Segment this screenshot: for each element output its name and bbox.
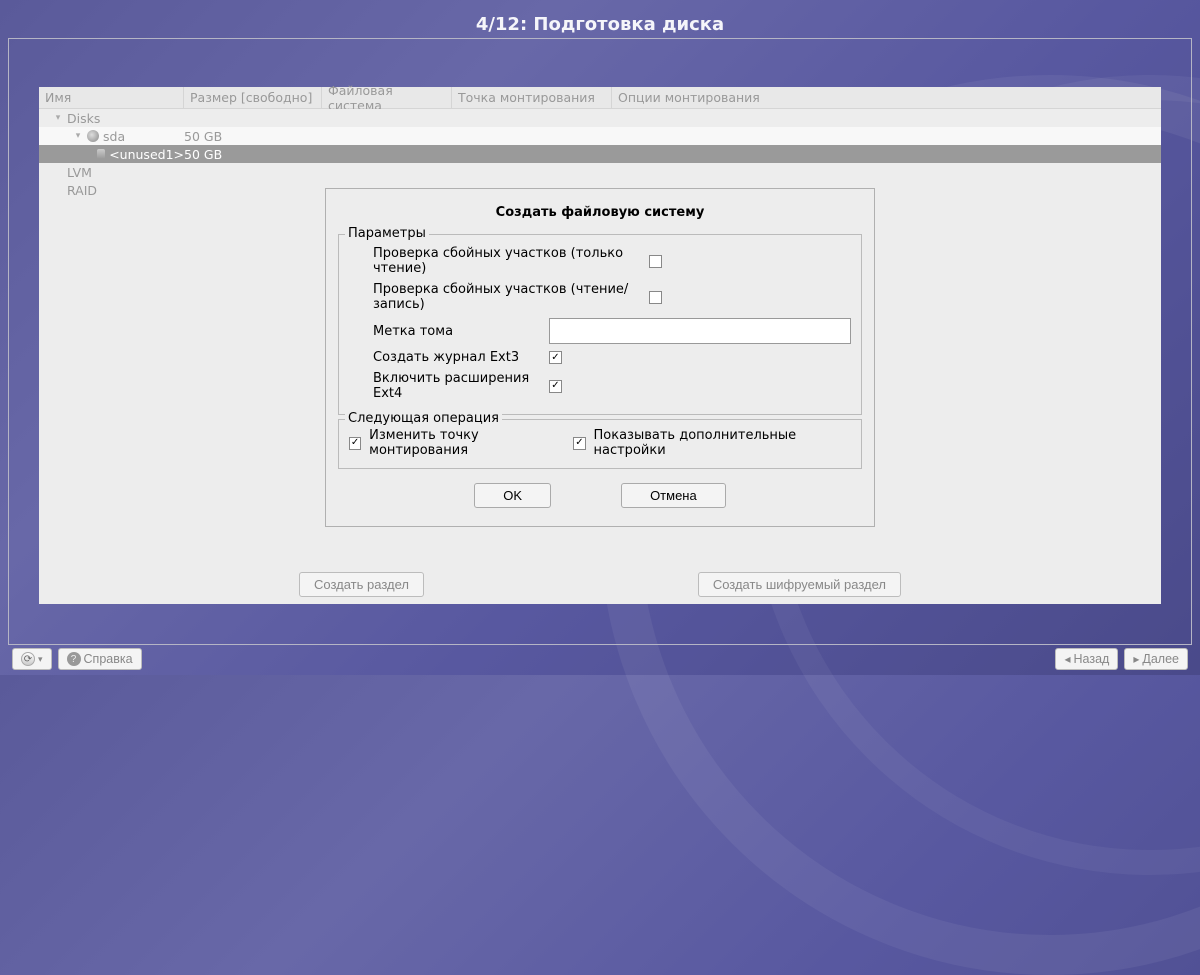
col-opts[interactable]: Опции монтирования	[612, 87, 1161, 108]
cancel-button[interactable]: Отмена	[621, 483, 726, 508]
ext4-checkbox[interactable]: ✓	[549, 380, 562, 393]
col-mount[interactable]: Точка монтирования	[452, 87, 612, 108]
create-partition-button[interactable]: Создать раздел	[299, 572, 424, 597]
back-label: Назад	[1074, 652, 1110, 666]
refresh-button[interactable]: ⟳▾	[12, 648, 52, 670]
next-op-fieldset: Следующая операция ✓ Изменить точку монт…	[338, 419, 862, 469]
footer-bar: ⟳▾ ?Справка ◂ Назад ▸Далее	[12, 647, 1188, 671]
next-button[interactable]: ▸Далее	[1124, 648, 1188, 670]
next-op-legend: Следующая операция	[345, 411, 502, 426]
col-name[interactable]: Имя	[39, 87, 184, 108]
chevron-right-icon: ▸	[1133, 652, 1139, 666]
tree-label: Disks	[67, 111, 100, 126]
col-fs[interactable]: Файловая система	[322, 87, 452, 108]
table-header: Имя Размер [свободно] Файловая система Т…	[39, 87, 1161, 109]
partition-actions: Создать раздел Создать шифруемый раздел	[39, 564, 1161, 604]
change-mount-checkbox[interactable]: ✓	[349, 437, 361, 450]
tree-label: RAID	[67, 183, 97, 198]
tree-row-sda[interactable]: ▾ sda 50 GB	[39, 127, 1161, 145]
ext3-checkbox[interactable]: ✓	[549, 351, 562, 364]
expand-icon[interactable]: ▾	[53, 113, 63, 123]
check-read-label: Проверка сбойных участков (только чтение…	[349, 246, 649, 276]
help-button[interactable]: ?Справка	[58, 648, 142, 670]
chevron-down-icon: ▾	[38, 654, 43, 665]
page-title: 4/12: Подготовка диска	[0, 14, 1200, 35]
partition-icon	[97, 149, 105, 159]
check-rw-checkbox[interactable]	[649, 291, 662, 304]
params-legend: Параметры	[345, 226, 429, 241]
refresh-icon: ⟳	[21, 652, 35, 666]
tree-label: LVM	[67, 165, 92, 180]
chevron-left-icon: ◂	[1064, 652, 1070, 666]
check-read-checkbox[interactable]	[649, 255, 662, 268]
ext3-label: Создать журнал Ext3	[349, 350, 549, 365]
volume-label-input[interactable]	[549, 318, 851, 344]
back-button[interactable]: ◂ Назад	[1055, 648, 1118, 670]
tree-row-unused[interactable]: <unused1> 50 GB	[39, 145, 1161, 163]
disk-icon	[87, 130, 99, 142]
create-fs-dialog: Создать файловую систему Параметры Прове…	[325, 188, 875, 527]
help-label: Справка	[84, 652, 133, 666]
tree-label: <unused1>	[109, 147, 184, 162]
dialog-title: Создать файловую систему	[330, 193, 870, 230]
tree-label: sda	[103, 129, 125, 144]
col-size[interactable]: Размер [свободно]	[184, 87, 322, 108]
tree-row-disks[interactable]: ▾ Disks	[39, 109, 1161, 127]
tree-row-lvm[interactable]: ▾LVM	[39, 163, 1161, 181]
size-cell: 50 GB	[184, 129, 322, 144]
ok-button[interactable]: OK	[474, 483, 551, 508]
help-icon: ?	[67, 652, 81, 666]
volume-label: Метка тома	[349, 324, 549, 339]
check-rw-label: Проверка сбойных участков (чтение/запись…	[349, 282, 649, 312]
show-extra-checkbox[interactable]: ✓	[573, 437, 585, 450]
change-mount-label: Изменить точку монтирования	[369, 428, 565, 458]
next-label: Далее	[1142, 652, 1179, 666]
create-encrypted-button[interactable]: Создать шифруемый раздел	[698, 572, 901, 597]
ext4-label: Включить расширения Ext4	[349, 371, 549, 401]
params-fieldset: Параметры Проверка сбойных участков (тол…	[338, 234, 862, 415]
size-cell: 50 GB	[184, 147, 322, 162]
expand-icon[interactable]: ▾	[73, 131, 83, 141]
show-extra-label: Показывать дополнительные настройки	[594, 428, 852, 458]
